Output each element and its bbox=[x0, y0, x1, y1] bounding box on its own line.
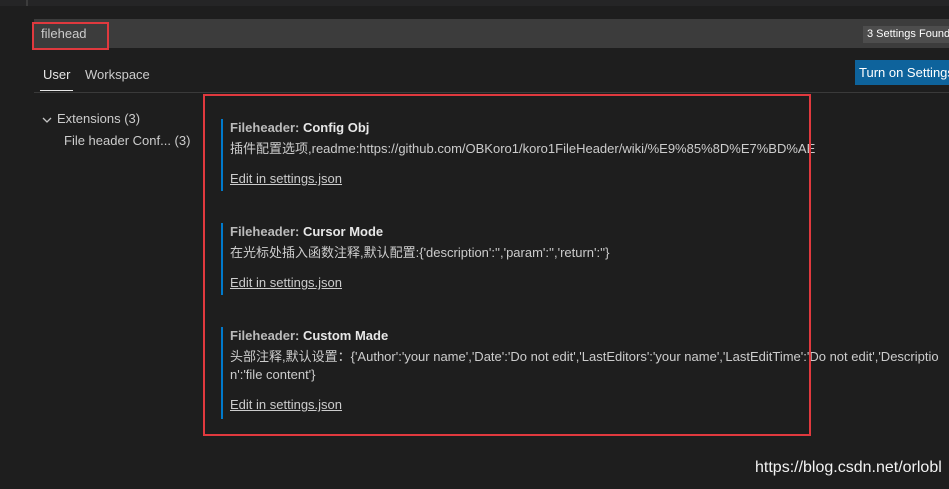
toc-extensions-label: Extensions (3) bbox=[57, 111, 141, 126]
tab-workspace[interactable]: Workspace bbox=[85, 62, 150, 88]
setting-category: Fileheader: bbox=[230, 224, 303, 239]
chevron-down-icon bbox=[42, 117, 52, 123]
setting-item: Fileheader: Custom Made 头部注释,默认设置：{'Auth… bbox=[221, 327, 949, 419]
setting-description: 插件配置选项,readme:https://github.com/OBKoro1… bbox=[230, 141, 816, 156]
turn-on-settings-sync-button[interactable]: Turn on Settings Sync bbox=[855, 60, 949, 85]
setting-title: Fileheader: Custom Made bbox=[230, 327, 949, 345]
setting-description: 头部注释,默认设置：{'Author':'your name','Date':'… bbox=[230, 349, 939, 382]
toc-file-header-config[interactable]: File header Conf... (3) bbox=[64, 132, 190, 150]
setting-category: Fileheader: bbox=[230, 328, 303, 343]
tab-user[interactable]: User bbox=[39, 62, 74, 91]
setting-description: 在光标处插入函数注释,默认配置:{'description':'','param… bbox=[230, 245, 610, 260]
edit-in-settings-json-link[interactable]: Edit in settings.json bbox=[230, 396, 342, 414]
setting-category: Fileheader: bbox=[230, 120, 303, 135]
settings-editor: 3 Settings Found User Workspace Turn on … bbox=[0, 0, 949, 489]
results-count-badge: 3 Settings Found bbox=[863, 26, 949, 43]
setting-item: Fileheader: Cursor Mode 在光标处插入函数注释,默认配置:… bbox=[221, 223, 949, 295]
setting-item: Fileheader: Config Obj 插件配置选项,readme:htt… bbox=[221, 119, 949, 191]
toc-extensions[interactable]: Extensions (3) bbox=[40, 110, 140, 128]
search-box[interactable] bbox=[34, 19, 949, 48]
watermark: https://blog.csdn.net/orlobl bbox=[755, 459, 942, 476]
setting-title: Fileheader: Cursor Mode bbox=[230, 223, 949, 241]
setting-key: Custom Made bbox=[302, 328, 389, 343]
edit-in-settings-json-link[interactable]: Edit in settings.json bbox=[230, 274, 342, 292]
edit-in-settings-json-link[interactable]: Edit in settings.json bbox=[230, 170, 342, 188]
tab-bar-strip bbox=[0, 0, 949, 6]
tabs-divider bbox=[34, 92, 949, 93]
setting-key: Cursor Mode bbox=[302, 224, 384, 239]
settings-search-input[interactable] bbox=[41, 20, 741, 47]
setting-key: Config Obj bbox=[302, 120, 370, 135]
setting-title: Fileheader: Config Obj bbox=[230, 119, 949, 137]
tab-bar-divider bbox=[26, 0, 28, 6]
